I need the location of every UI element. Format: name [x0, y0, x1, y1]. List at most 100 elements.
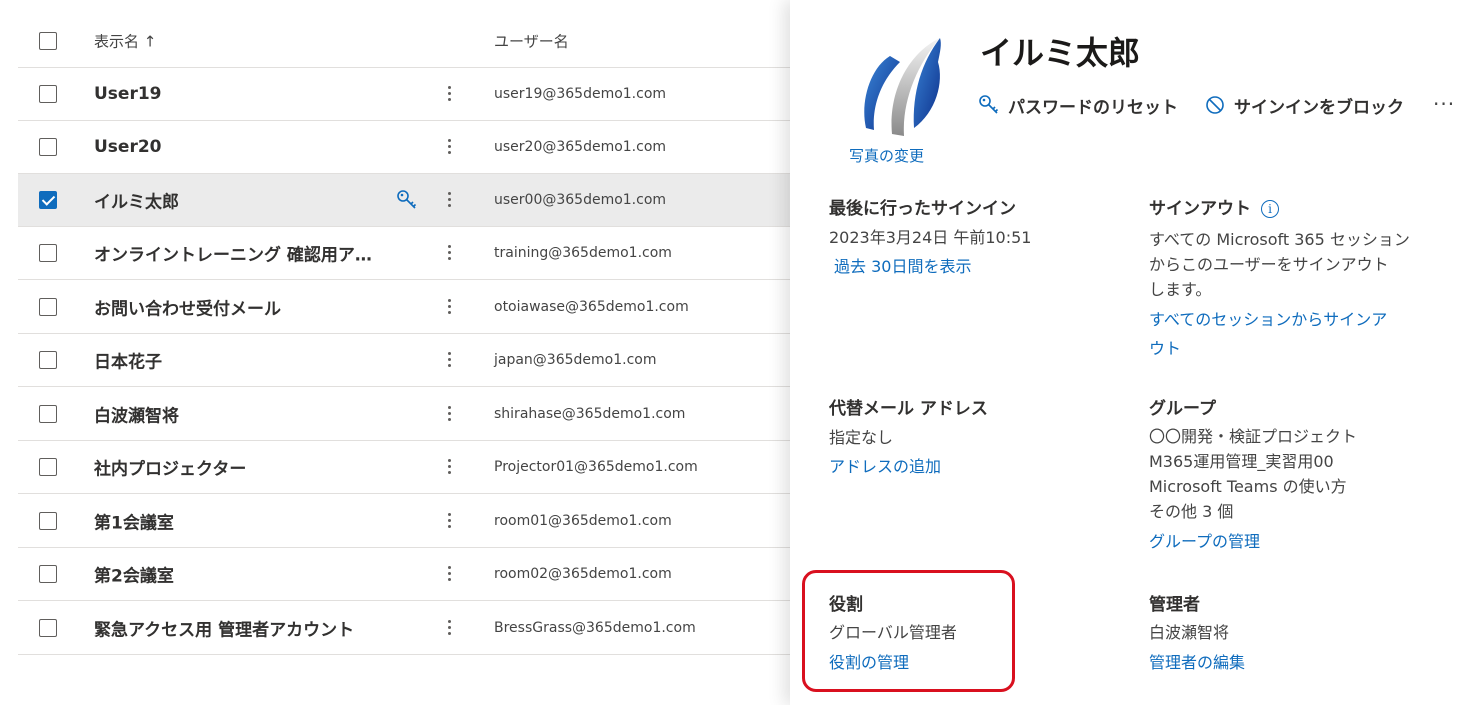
- row-checkbox[interactable]: [39, 85, 57, 103]
- manage-groups-link[interactable]: グループの管理: [1149, 527, 1260, 556]
- user-email: user19@365demo1.com: [494, 86, 667, 102]
- user-photo: [864, 38, 941, 136]
- more-vertical-icon[interactable]: [442, 349, 456, 371]
- row-checkbox[interactable]: [39, 244, 57, 262]
- group-item: 〇〇開発・検証プロジェクト: [1149, 427, 1358, 446]
- user-display-name[interactable]: イルミ太郎: [94, 188, 179, 213]
- signout-link-line[interactable]: すべてのセッションからサインア: [1149, 305, 1387, 334]
- user-email: user20@365demo1.com: [494, 139, 667, 155]
- row-checkbox[interactable]: [39, 619, 57, 637]
- edit-manager-link[interactable]: 管理者の編集: [1149, 648, 1245, 677]
- roles-heading: 役割: [829, 595, 863, 615]
- user-display-name[interactable]: User20: [94, 137, 162, 157]
- user-display-name[interactable]: 緊急アクセス用 管理者アカウント: [94, 616, 354, 641]
- table-row[interactable]: お問い合わせ受付メール otoiawase@365demo1.com: [18, 281, 790, 334]
- user-display-name[interactable]: 第2会議室: [94, 562, 174, 587]
- more-vertical-icon[interactable]: [442, 563, 456, 585]
- user-email: shirahase@365demo1.com: [494, 406, 686, 422]
- group-item: Microsoft Teams の使い方: [1149, 477, 1347, 496]
- column-header-user-name[interactable]: ユーザー名: [494, 31, 569, 52]
- table-row[interactable]: 第1会議室 room01@365demo1.com: [18, 495, 790, 548]
- table-row[interactable]: 日本花子 japan@365demo1.com: [18, 334, 790, 387]
- row-checkbox[interactable]: [39, 565, 57, 583]
- user-email: Projector01@365demo1.com: [494, 459, 698, 475]
- user-display-name[interactable]: 社内プロジェクター: [94, 455, 246, 480]
- last-signin-heading: 最後に行ったサインイン: [829, 199, 1016, 219]
- add-address-link[interactable]: アドレスの追加: [829, 452, 941, 481]
- signout-description: すべての Microsoft 365 セッション からこのユーザーをサインアウト…: [1149, 227, 1410, 302]
- key-icon: [979, 95, 999, 114]
- manager-heading: 管理者: [1149, 595, 1200, 615]
- user-email: BressGrass@365demo1.com: [494, 620, 696, 636]
- user-email: japan@365demo1.com: [494, 352, 657, 368]
- signout-text-line: からこのユーザーをサインアウト: [1149, 255, 1389, 274]
- column-header-display-name[interactable]: 表示名 ↑: [94, 31, 156, 52]
- row-checkbox[interactable]: [39, 458, 57, 476]
- more-vertical-icon[interactable]: [442, 296, 456, 318]
- alt-email-value: 指定なし: [829, 428, 894, 447]
- groups-heading: グループ: [1149, 399, 1216, 419]
- more-vertical-icon[interactable]: [442, 456, 456, 478]
- table-row[interactable]: オンライントレーニング 確認用ア… training@365demo1.com: [18, 227, 790, 280]
- signout-text-line: すべての Microsoft 365 セッション: [1149, 230, 1410, 249]
- block-signin-label: サインインをブロック: [1234, 97, 1404, 118]
- reset-password-button[interactable]: パスワードのリセット: [978, 92, 1178, 118]
- block-icon: [1206, 96, 1224, 114]
- table-row[interactable]: User20 user20@365demo1.com: [18, 121, 790, 174]
- page-title: イルミ太郎: [980, 34, 1141, 72]
- table-row[interactable]: 白波瀬智将 shirahase@365demo1.com: [18, 388, 790, 441]
- row-checkbox[interactable]: [39, 191, 57, 209]
- select-all-checkbox[interactable]: [39, 32, 57, 50]
- row-checkbox[interactable]: [39, 405, 57, 423]
- groups-list: 〇〇開発・検証プロジェクト M365運用管理_実習用00 Microsoft T…: [1149, 424, 1357, 524]
- list-header: 表示名 ↑ ユーザー名: [18, 15, 790, 68]
- signout-text-line: します。: [1149, 280, 1212, 299]
- more-vertical-icon[interactable]: [442, 242, 456, 264]
- user-display-name[interactable]: User19: [94, 84, 162, 104]
- signout-heading-label: サインアウト: [1149, 199, 1251, 219]
- block-signin-button[interactable]: サインインをブロック: [1204, 92, 1404, 118]
- more-icon[interactable]: ···: [1433, 92, 1455, 116]
- row-checkbox[interactable]: [39, 512, 57, 530]
- user-email: room01@365demo1.com: [494, 513, 672, 529]
- user-display-name[interactable]: お問い合わせ受付メール: [94, 295, 281, 320]
- row-checkbox[interactable]: [39, 351, 57, 369]
- more-vertical-icon[interactable]: [442, 189, 456, 211]
- table-row[interactable]: User19 user19@365demo1.com: [18, 68, 790, 121]
- more-vertical-icon[interactable]: [442, 617, 456, 639]
- user-display-name[interactable]: 日本花子: [94, 348, 162, 373]
- manage-roles-link[interactable]: 役割の管理: [829, 648, 909, 677]
- more-vertical-icon[interactable]: [442, 403, 456, 425]
- user-email: otoiawase@365demo1.com: [494, 299, 689, 315]
- user-display-name[interactable]: 白波瀬智将: [94, 402, 179, 427]
- view-30-days-link[interactable]: 過去 30日間を表示: [834, 252, 971, 281]
- table-row[interactable]: 緊急アクセス用 管理者アカウント BressGrass@365demo1.com: [18, 602, 790, 655]
- roles-value: グローバル管理者: [829, 623, 957, 642]
- table-row[interactable]: 社内プロジェクター Projector01@365demo1.com: [18, 441, 790, 494]
- more-vertical-icon[interactable]: [442, 136, 456, 158]
- table-row[interactable]: 第2会議室 room02@365demo1.com: [18, 548, 790, 601]
- row-checkbox[interactable]: [39, 298, 57, 316]
- signout-link-line[interactable]: ウト: [1149, 334, 1387, 363]
- last-signin-value: 2023年3月24日 午前10:51: [829, 228, 1032, 247]
- signout-all-sessions-link[interactable]: すべてのセッションからサインア ウト: [1149, 305, 1387, 363]
- user-display-name[interactable]: オンライントレーニング 確認用ア…: [94, 241, 372, 266]
- user-email: training@365demo1.com: [494, 245, 672, 261]
- alt-email-heading: 代替メール アドレス: [829, 399, 988, 419]
- user-list: 表示名 ↑ ユーザー名 User19 user19@365demo1.com U…: [0, 0, 790, 705]
- reset-password-label: パスワードのリセット: [1008, 97, 1178, 118]
- info-icon[interactable]: i: [1261, 200, 1279, 218]
- user-details-panel: 写真の変更 イルミ太郎 パスワードのリセット サインインをブロック ··· 最後…: [790, 0, 1474, 705]
- user-email: room02@365demo1.com: [494, 566, 672, 582]
- user-display-name[interactable]: 第1会議室: [94, 509, 174, 534]
- manager-value: 白波瀬智将: [1149, 623, 1230, 642]
- more-vertical-icon[interactable]: [442, 510, 456, 532]
- group-item: その他 3 個: [1149, 502, 1234, 521]
- change-photo-link[interactable]: 写真の変更: [849, 145, 924, 166]
- user-email: user00@365demo1.com: [494, 192, 667, 208]
- table-row[interactable]: イルミ太郎 user00@365demo1.com: [18, 174, 790, 227]
- more-vertical-icon[interactable]: [442, 83, 456, 105]
- row-checkbox[interactable]: [39, 138, 57, 156]
- group-item: M365運用管理_実習用00: [1149, 452, 1334, 471]
- key-icon[interactable]: [396, 189, 418, 211]
